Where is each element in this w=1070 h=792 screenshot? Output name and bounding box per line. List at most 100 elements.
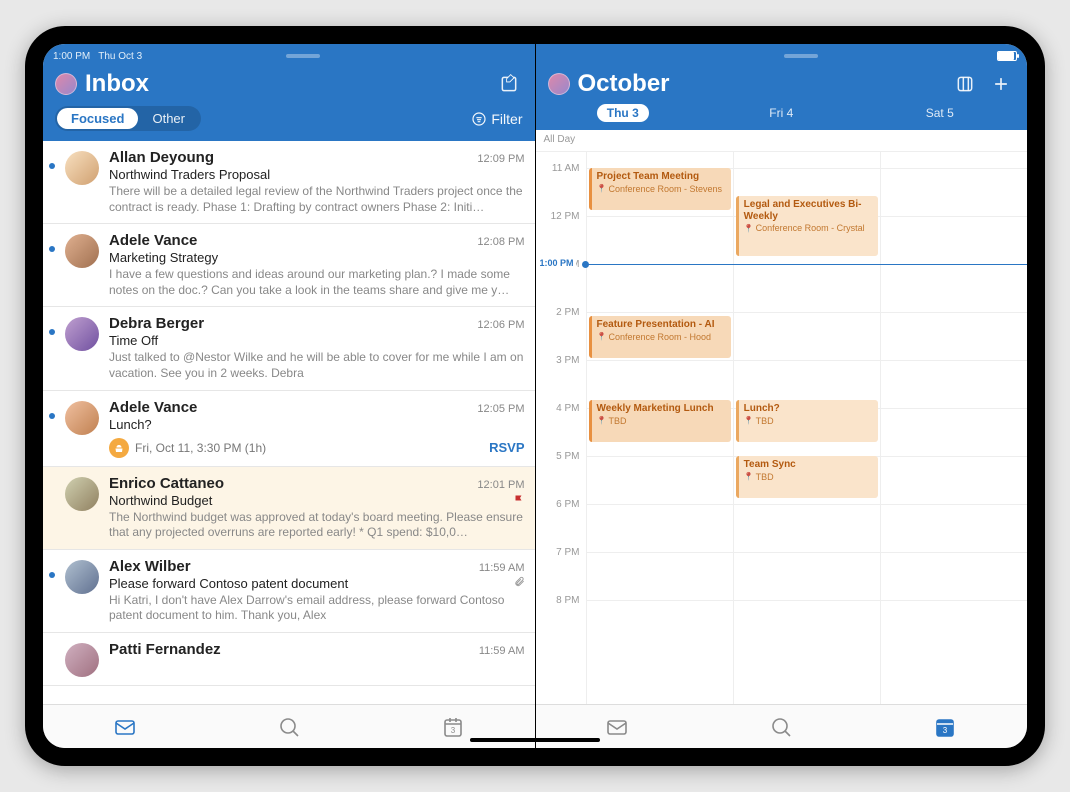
email-item[interactable]: Patti Fernandez 11:59 AM (43, 633, 535, 686)
email-subject: Marketing Strategy (109, 250, 525, 265)
day-label[interactable]: Fri 4 (706, 106, 857, 120)
email-time: 12:08 PM (477, 236, 524, 248)
email-item[interactable]: Alex Wilber 11:59 AM Please forward Cont… (43, 550, 535, 633)
screen: 1:00 PM Thu Oct 3 Inbox Focused Other (43, 44, 1027, 748)
email-subject: Northwind Traders Proposal (109, 167, 525, 182)
email-item[interactable]: Allan Deyoung 12:09 PM Northwind Traders … (43, 141, 535, 224)
calendar-event[interactable]: Legal and Executives Bi-Weekly Conferenc… (736, 196, 878, 256)
filter-label: Filter (491, 111, 522, 127)
unread-indicator (49, 413, 55, 419)
email-subject: Please forward Contoso patent document (109, 576, 348, 591)
meeting-time: Fri, Oct 11, 3:30 PM (1h) (135, 441, 266, 455)
tab-mail-icon[interactable] (93, 709, 157, 745)
mail-content: Allan Deyoung 12:09 PM Northwind Traders … (43, 141, 535, 704)
mail-pane: 1:00 PM Thu Oct 3 Inbox Focused Other (43, 44, 536, 748)
filter-button[interactable]: Filter (471, 111, 522, 127)
email-sender: Adele Vance (109, 399, 197, 416)
sender-avatar (65, 317, 99, 351)
email-sender: Allan Deyoung (109, 149, 214, 166)
email-subject: Lunch? (109, 417, 525, 432)
email-subject: Time Off (109, 333, 525, 348)
account-avatar[interactable] (55, 73, 77, 95)
meeting-icon (109, 438, 129, 458)
mail-title: Inbox (85, 70, 487, 98)
calendar-header: October Thu 3 Fri 4 Sat 5 (536, 44, 1028, 130)
view-mode-button[interactable] (951, 70, 979, 98)
email-item[interactable]: Adele Vance 12:05 PM Lunch? Fri, Oct 11, … (43, 391, 535, 467)
calendar-event[interactable]: Feature Presentation - AI Conference Roo… (589, 316, 731, 358)
calendar-event[interactable]: Lunch? TBD (736, 400, 878, 442)
date-selector-row: Thu 3 Fri 4 Sat 5 (546, 106, 1018, 130)
tab-search-icon[interactable] (749, 709, 813, 745)
email-item[interactable]: Enrico Cattaneo 12:01 PM Northwind Budge… (43, 467, 535, 550)
email-time: 12:01 PM (477, 479, 524, 491)
email-sender: Enrico Cattaneo (109, 475, 224, 492)
status-time: 1:00 PM (53, 51, 90, 62)
unread-indicator (49, 572, 55, 578)
current-time-indicator: 1:00 PM (586, 264, 1028, 265)
calendar-event[interactable]: Weekly Marketing Lunch TBD (589, 400, 731, 442)
email-preview: There will be a detailed legal review of… (109, 184, 525, 215)
status-bar-right (546, 48, 1018, 64)
email-time: 11:59 AM (479, 645, 525, 657)
email-subject: Northwind Budget (109, 493, 212, 508)
sender-avatar (65, 477, 99, 511)
calendar-event[interactable]: Project Team Meeting Conference Room - S… (589, 168, 731, 210)
email-time: 12:05 PM (477, 403, 524, 415)
day-label[interactable]: Sat 5 (865, 106, 1016, 120)
flag-icon (513, 494, 525, 506)
sender-avatar (65, 151, 99, 185)
multitask-grabber[interactable] (784, 54, 818, 58)
day-column-sat[interactable] (880, 152, 1027, 704)
email-sender: Alex Wilber (109, 558, 191, 575)
svg-text:3: 3 (943, 726, 948, 735)
email-preview: Just talked to @Nestor Wilke and he will… (109, 350, 525, 381)
unread-indicator (49, 163, 55, 169)
tab-calendar-icon[interactable]: 3 (913, 709, 977, 745)
compose-button[interactable] (495, 70, 523, 98)
multitask-grabber[interactable] (286, 54, 320, 58)
email-sender: Debra Berger (109, 315, 204, 332)
status-date: Thu Oct 3 (98, 51, 142, 62)
ipad-frame: 1:00 PM Thu Oct 3 Inbox Focused Other (25, 26, 1045, 766)
tab-other[interactable]: Other (138, 108, 199, 129)
unread-indicator (49, 246, 55, 252)
add-event-button[interactable] (987, 70, 1015, 98)
email-sender: Adele Vance (109, 232, 197, 249)
mail-tabbar: 3 (43, 704, 535, 748)
calendar-content[interactable]: All Day 11 AM 12 PM 1 PM 2 PM 3 PM 4 PM … (536, 130, 1028, 704)
calendar-event[interactable]: Team Sync TBD (736, 456, 878, 498)
calendar-tabbar: 3 (536, 704, 1028, 748)
day-column-thu[interactable]: Project Team Meeting Conference Room - S… (586, 152, 733, 704)
current-time-label: 1:00 PM (538, 258, 576, 268)
sender-avatar (65, 643, 99, 677)
email-preview: I have a few questions and ideas around … (109, 267, 525, 298)
tab-focused[interactable]: Focused (57, 108, 138, 129)
status-bar-left: 1:00 PM Thu Oct 3 (53, 48, 525, 64)
hour-labels: 11 AM 12 PM 1 PM 2 PM 3 PM 4 PM 5 PM 6 P… (536, 152, 586, 704)
sender-avatar (65, 401, 99, 435)
sender-avatar (65, 560, 99, 594)
battery-icon (997, 51, 1017, 61)
sender-avatar (65, 234, 99, 268)
home-indicator[interactable] (470, 738, 600, 742)
calendar-title: October (578, 70, 944, 98)
email-item[interactable]: Debra Berger12:06 PM Time Off Just talke… (43, 307, 535, 390)
tab-search-icon[interactable] (257, 709, 321, 745)
account-avatar[interactable] (548, 73, 570, 95)
day-column-fri[interactable]: Legal and Executives Bi-Weekly Conferenc… (733, 152, 880, 704)
attachment-icon (514, 576, 525, 591)
calendar-pane: October Thu 3 Fri 4 Sat 5 All Day 11 AM (536, 44, 1028, 748)
email-item[interactable]: Adele Vance 12:08 PM Marketing Strategy I… (43, 224, 535, 307)
email-preview: The Northwind budget was approved at tod… (109, 510, 525, 541)
allday-row: All Day (536, 130, 1028, 152)
rsvp-button[interactable]: RSVP (489, 440, 524, 455)
email-list[interactable]: Allan Deyoung 12:09 PM Northwind Traders … (43, 141, 535, 704)
email-sender: Patti Fernandez (109, 641, 221, 658)
unread-indicator (49, 329, 55, 335)
email-time: 12:09 PM (477, 153, 524, 165)
inbox-tab-group: Focused Other (55, 106, 201, 131)
email-time: 11:59 AM (479, 562, 525, 574)
email-preview: Hi Katri, I don't have Alex Darrow's ema… (109, 593, 525, 624)
day-today[interactable]: Thu 3 (548, 106, 699, 120)
